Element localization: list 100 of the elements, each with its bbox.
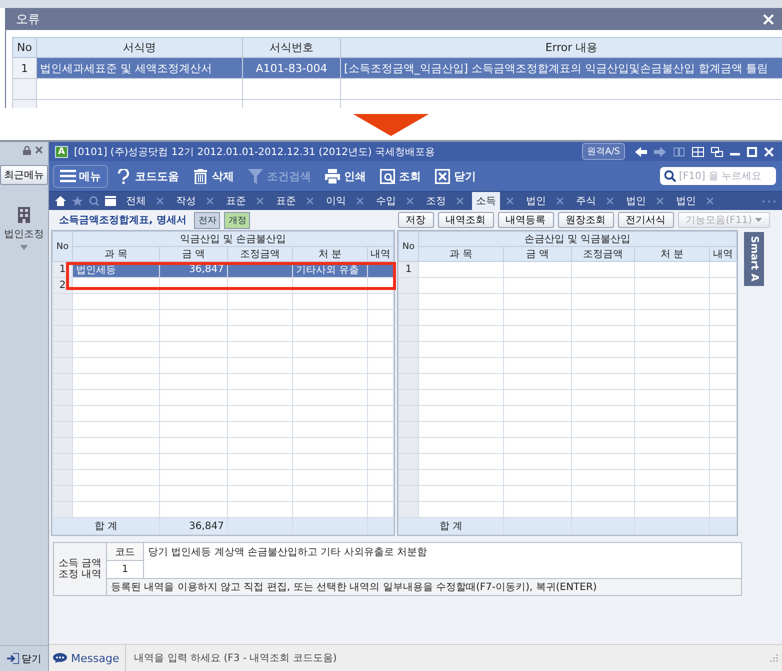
column-header: No <box>398 232 418 262</box>
status-tag: 개정 <box>224 212 250 228</box>
tab[interactable]: 주식 <box>572 192 600 210</box>
tab[interactable]: 조정 <box>422 192 450 210</box>
action-button[interactable]: 전기서식 <box>618 212 674 228</box>
column-group-header: 손금산입 및 익금불산입 <box>418 232 736 246</box>
column-header: 내역 <box>368 246 394 262</box>
close-icon <box>435 168 451 184</box>
close-icon <box>256 197 264 205</box>
close-icon <box>306 197 314 205</box>
down-arrow-icon <box>353 114 429 136</box>
table-row[interactable]: 2 <box>52 278 394 294</box>
minimize-icon <box>730 153 740 156</box>
close-icon <box>656 197 664 205</box>
close-icon <box>763 14 774 24</box>
sidebar-item[interactable]: 법인조정 <box>4 227 44 241</box>
column-header: 과 목 <box>418 246 504 262</box>
table-row[interactable]: 1 <box>398 262 736 278</box>
close-icon <box>156 197 164 205</box>
action-button[interactable]: 내역등록 <box>498 212 554 228</box>
menu-icon <box>60 168 76 184</box>
tab[interactable]: 법인 <box>522 192 550 210</box>
clapper-icon <box>105 196 116 206</box>
tab[interactable]: 표준 <box>272 192 300 210</box>
action-button[interactable]: 저장 <box>398 212 434 228</box>
trash-icon <box>193 168 209 184</box>
star-icon <box>72 196 83 206</box>
table-cell: 법인세과세표준 및 세액조정계산서 <box>36 58 242 78</box>
row-number: 1 <box>398 262 418 278</box>
tab[interactable]: 이익 <box>322 192 350 210</box>
resize-grip-icon <box>770 654 778 662</box>
search-field[interactable]: [F10] 을 누르세요 <box>660 167 776 185</box>
dialog-title: 오류 <box>16 10 40 28</box>
tab[interactable]: 법인 <box>672 192 700 210</box>
column-header: 과 목 <box>72 246 160 262</box>
column-header: Error 내용 <box>340 38 782 58</box>
column-group-header: 익금산입 및 손금불산입 <box>72 232 394 246</box>
question-mark-icon <box>116 168 132 184</box>
column-header: 처 분 <box>634 246 710 262</box>
home-icon <box>55 196 66 206</box>
column-header: 코드 <box>107 543 143 561</box>
filter-icon <box>248 168 264 184</box>
magnifier-icon <box>380 168 396 184</box>
forward-arrow-icon <box>654 146 666 156</box>
toolbar-button[interactable]: 메뉴 <box>53 164 108 188</box>
column-header: 서식명 <box>36 38 242 58</box>
recent-menu-button[interactable]: 최근메뉴 <box>0 165 48 185</box>
column-header: 금 액 <box>504 246 572 262</box>
chat-bubble-icon <box>53 653 67 663</box>
tab[interactable]: 수입 <box>372 192 400 210</box>
back-arrow-icon <box>635 146 647 156</box>
close-icon <box>406 197 414 205</box>
tab[interactable]: 소득 <box>472 192 500 210</box>
column-header: 조정금액 <box>572 246 634 262</box>
action-button[interactable]: 원장조회 <box>558 212 614 228</box>
grid-icon <box>692 146 704 156</box>
tab[interactable]: 전체 <box>122 192 150 210</box>
total-amount: 36,847 <box>160 518 228 534</box>
close-icon <box>606 197 614 205</box>
maximize-icon <box>747 146 757 156</box>
status-message: 내역을 입력 하세요 (F3 - 내역조회 코드도움) <box>134 652 337 665</box>
close-icon <box>206 197 214 205</box>
column-header: 금 액 <box>160 246 228 262</box>
description-text: 당기 법인세등 계상액 손금불산입하고 기타 사외유출로 처분함 <box>147 546 428 560</box>
column-header: No <box>52 232 72 262</box>
total-label: 합 계 <box>52 518 160 534</box>
lock-icon <box>23 146 31 155</box>
column-header: 내역 <box>710 246 736 262</box>
status-tag: 전자 <box>194 212 220 228</box>
app-badge: A <box>55 146 68 158</box>
close-icon <box>356 197 364 205</box>
toolbar-button[interactable]: 인쇄 <box>319 166 372 186</box>
search-icon <box>89 196 99 206</box>
tab[interactable]: 법인 <box>622 192 650 210</box>
panel-label: 소득 금액 <box>58 558 102 569</box>
remote-support-button[interactable]: 원격A/S <box>582 143 625 160</box>
close-icon <box>556 197 564 205</box>
tab[interactable]: 작성 <box>172 192 200 210</box>
table-cell: [소득조정금액_익금산입] 소득금액조정합계표의 익금산입및손금불산입 합계금액 틀림 <box>340 58 782 78</box>
action-button[interactable]: 내역조회 <box>438 212 494 228</box>
close-icon <box>456 197 464 205</box>
search-icon <box>664 170 676 182</box>
caret-icon <box>755 218 762 222</box>
toolbar-button[interactable]: 닫기 <box>429 166 482 186</box>
column-header: No <box>12 38 36 58</box>
toolbar-button[interactable]: 삭제 <box>187 166 240 186</box>
tab[interactable]: 표준 <box>222 192 250 210</box>
column-header: 처 분 <box>292 246 368 262</box>
side-panel-tab[interactable]: Smart A <box>744 232 764 286</box>
table-cell-text: 1 <box>120 563 130 577</box>
toolbar-button[interactable]: 조회 <box>374 166 427 186</box>
toolbar-button[interactable]: 코드도움 <box>110 166 185 186</box>
windows-icon <box>711 146 723 156</box>
message-label: Message <box>71 652 120 664</box>
table-row[interactable]: 1 법인세등 36,847 기타사외 유출 <box>52 262 394 278</box>
table-row[interactable]: 1 법인세과세표준 및 세액조정계산서 A101-83-004 [소득조정금액_익금산입] 소득금액조정합계표의 익금산입및손금불산입 합계금액 틀림 <box>12 58 782 78</box>
table-cell: A101-83-004 <box>242 58 340 78</box>
company-info: [0101] (주)성공닷컴 12기 2012.01.01-2012.12.31 (2012년도) 국세청배포용 <box>74 146 436 158</box>
building-icon <box>18 207 30 223</box>
panel-label: 조정 내역 <box>58 569 102 580</box>
